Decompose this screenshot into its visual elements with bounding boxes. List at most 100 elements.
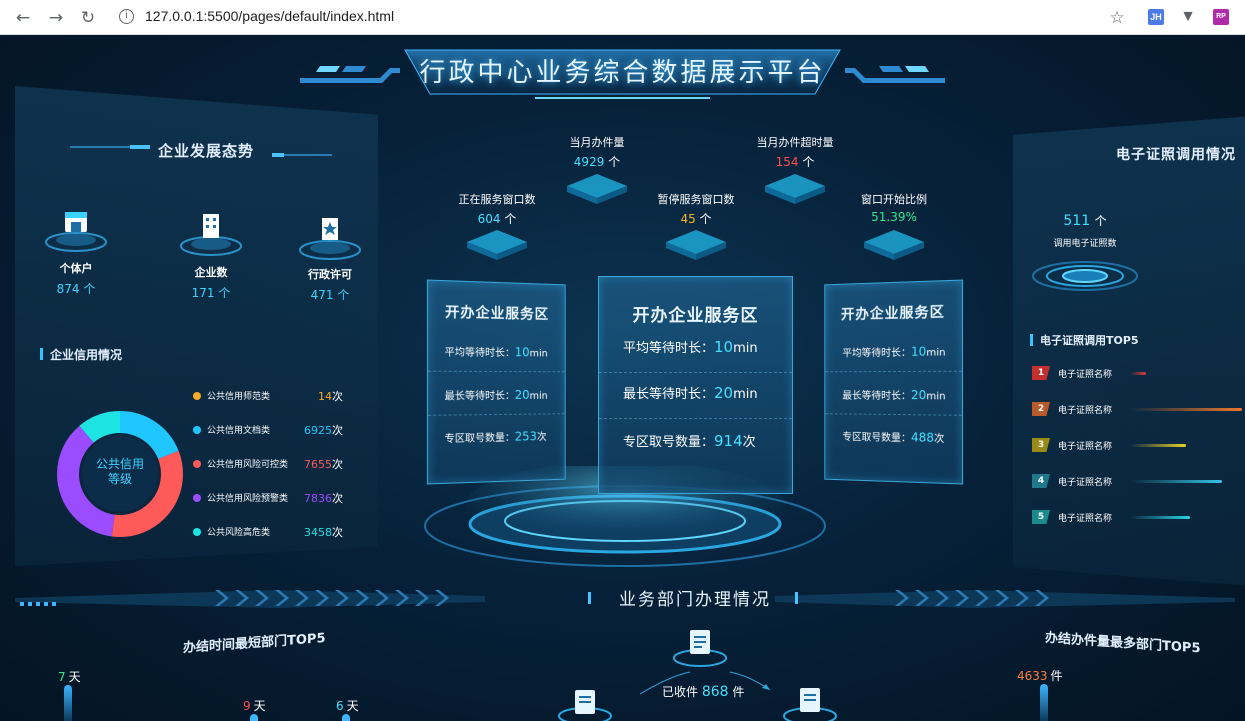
enterprise-count-icon [179, 208, 243, 260]
address-bar[interactable]: 127.0.0.1:5500/pages/default/index.html [145, 8, 394, 24]
window-ratio-tile [864, 230, 924, 260]
rank-name: 电子证照名称 [1058, 370, 1113, 380]
department-handling-title: 业务部门办理情况 [619, 590, 771, 610]
rank-badge: 1 [1032, 366, 1050, 380]
header-frame: 行政中心业务综合数据展示平台 [395, 42, 850, 102]
admin-license-icon [298, 212, 362, 264]
monthly-cases-tile [567, 174, 627, 204]
rank-bar [1130, 480, 1222, 483]
legend-value: 14次 [318, 390, 343, 403]
service-card-left: 开办企业服务区 平均等待时长：10min 最长等待时长：20min 专区取号数量… [426, 279, 566, 485]
enterprise-count-value: 171 个 [191, 286, 231, 300]
time-bar [250, 714, 258, 721]
rank-name: 电子证照名称 [1058, 478, 1113, 488]
card-title: 开办企业服务区 [632, 306, 759, 326]
legend-item: 公共信用文档类 6925次 [193, 422, 343, 438]
card-row: 专区取号数量：488次 [842, 430, 945, 446]
individual-business-label: 个体户 [59, 262, 93, 275]
legend-item: 公共风险高危类 3458次 [193, 524, 343, 540]
legend-label: 公共信用师范类 [207, 392, 271, 402]
rank-badge: 2 [1032, 402, 1050, 416]
jh-extension-icon[interactable]: JH [1148, 9, 1164, 25]
time-bar [342, 714, 350, 721]
shortest-time-value: 6天 [336, 699, 359, 713]
legend-item: 公共信用风险预警类 7836次 [193, 490, 343, 506]
rank-row: 5 电子证照名称 [1032, 510, 1242, 528]
card-row: 平均等待时长：10min [599, 329, 792, 373]
header-left-wing [300, 66, 400, 83]
page-title: 行政中心业务综合数据展示平台 [419, 58, 826, 88]
e-license-value: 511 个 [1063, 213, 1107, 229]
serving-windows-label: 正在服务窗口数 [458, 193, 536, 206]
back-arrow-icon[interactable]: ← [12, 7, 34, 29]
received-count: 已收件 868 件 [662, 684, 745, 700]
service-card-center: 开办企业服务区 平均等待时长：10min 最长等待时长：20min 专区取号数量… [598, 276, 793, 494]
document-icon [558, 690, 612, 721]
top5-title: 电子证照调用TOP5 [1030, 332, 1139, 348]
v-extension-icon[interactable]: ▼ [1180, 9, 1196, 25]
rank-bar [1130, 408, 1242, 411]
rank-row: 1 电子证照名称 [1032, 366, 1242, 384]
monthly-cases-label: 当月办件量 [569, 136, 625, 149]
title-line-left [70, 145, 150, 149]
header-right-wing [845, 66, 945, 83]
e-license-label: 调用电子证照数 [1053, 239, 1117, 249]
forward-arrow-icon[interactable]: → [45, 7, 67, 29]
card-row: 平均等待时长：10min [427, 336, 565, 373]
rank-name: 电子证照名称 [1058, 442, 1113, 452]
card-row: 专区取号数量：914次 [623, 432, 756, 450]
card-row: 最长等待时长：20min [599, 375, 792, 419]
legend-dot [193, 494, 201, 502]
rank-name: 电子证照名称 [1058, 514, 1113, 524]
monthly-overdue-label: 当月办件超时量 [756, 136, 834, 149]
rank-row: 3 电子证照名称 [1032, 438, 1242, 456]
service-card-right: 开办企业服务区 平均等待时长：10min 最长等待时长：20min 专区取号数量… [824, 279, 964, 485]
serving-windows-tile [467, 230, 527, 260]
enterprise-count-label: 企业数 [194, 266, 228, 279]
window-ratio-label: 窗口开始比例 [861, 193, 927, 206]
shortest-time-value: 9天 [243, 699, 266, 713]
rank-bar [1130, 444, 1186, 447]
individual-business-icon [44, 204, 108, 256]
card-row: 专区取号数量：253次 [444, 429, 547, 446]
legend-value: 3458次 [304, 526, 343, 539]
legend-value: 7836次 [304, 492, 343, 505]
enterprise-trend-title: 企业发展态势 [158, 142, 255, 160]
legend-value: 7655次 [304, 458, 343, 471]
document-icon [673, 630, 727, 667]
rank-badge: 3 [1032, 438, 1050, 452]
e-license-title: 电子证照调用情况 [1116, 147, 1236, 163]
admin-license-value: 471 个 [310, 288, 350, 302]
dashboard-screen: 行政中心业务综合数据展示平台 企业发展态势 个体户 874 个 企业数 171 … [0, 36, 1245, 721]
cases-bar [1040, 684, 1048, 721]
monthly-overdue-tile [765, 174, 825, 204]
most-cases-value: 4633 件 [1017, 669, 1063, 683]
time-bar [64, 685, 72, 721]
bookmark-star-icon[interactable]: ☆ [1106, 7, 1128, 29]
legend-dot [193, 392, 201, 400]
paused-windows-tile [666, 230, 726, 260]
credit-title: 企业信用情况 [40, 346, 122, 363]
reload-icon[interactable]: ↻ [77, 7, 99, 29]
site-info-icon[interactable]: i [119, 9, 134, 24]
legend-dot [193, 460, 201, 468]
rp-extension-icon[interactable]: RP [1213, 9, 1229, 25]
donut-center-label: 公共信用 等级 [95, 457, 144, 486]
e-license-rings [1032, 261, 1138, 291]
card-title: 开办企业服务区 [840, 304, 945, 324]
card-title: 开办企业服务区 [445, 304, 550, 324]
admin-license-label: 行政许可 [308, 268, 352, 281]
title-line-right [272, 153, 332, 157]
rank-badge: 5 [1032, 510, 1050, 524]
most-cases-title: 办结办件量最多部门TOP5 [1045, 630, 1201, 657]
card-row: 平均等待时长：10min [825, 336, 963, 373]
legend-item: 公共信用风险可控类 7655次 [193, 456, 343, 472]
rank-row: 4 电子证照名称 [1032, 474, 1242, 492]
legend-dot [193, 426, 201, 434]
legend-label: 公共信用风险可控类 [207, 460, 289, 470]
window-ratio-value: 51.39% [871, 210, 917, 224]
legend-dot [193, 528, 201, 536]
rank-row: 2 电子证照名称 [1032, 402, 1242, 420]
rank-bar [1130, 372, 1146, 375]
legend-value: 6925次 [304, 424, 343, 437]
